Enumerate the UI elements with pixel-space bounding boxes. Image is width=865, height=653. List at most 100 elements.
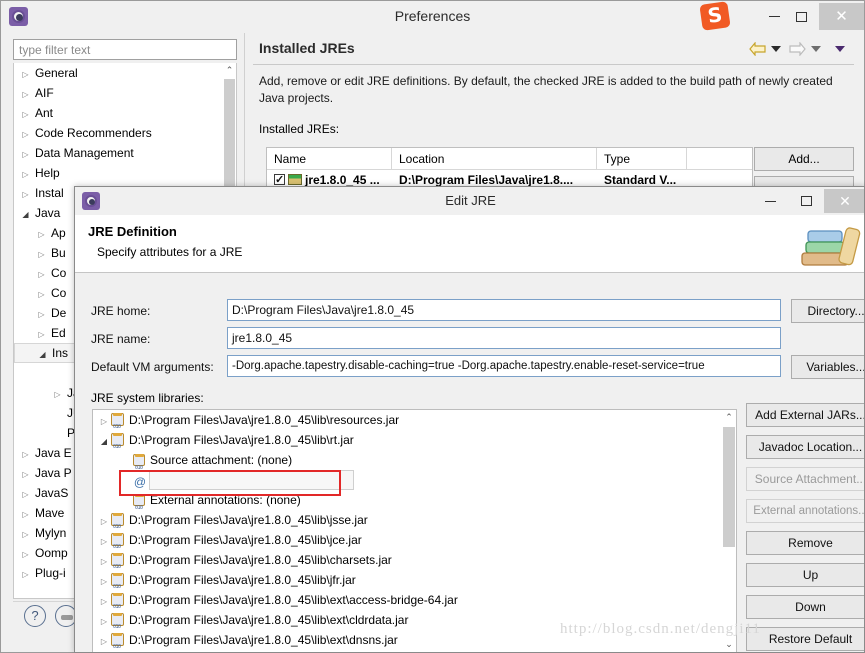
- vm-arguments-input[interactable]: -Dorg.apache.tapestry.disable-caching=tr…: [227, 355, 781, 377]
- sidebar-item-general[interactable]: ▷General: [14, 63, 236, 83]
- list-item[interactable]: ▷ D:\Program Files\Java\jre1.8.0_45\lib\r…: [93, 410, 736, 430]
- restore-default-button[interactable]: Restore Default: [746, 627, 865, 651]
- chevron-right-icon[interactable]: ▷: [97, 612, 111, 632]
- list-item[interactable]: External annotations: (none): [93, 490, 736, 510]
- chevron-right-icon[interactable]: ▷: [20, 85, 31, 105]
- chevron-right-icon[interactable]: ▷: [36, 265, 47, 285]
- list-item[interactable]: ▷D:\Program Files\Java\jre1.8.0_45\lib\j…: [93, 570, 736, 590]
- chevron-right-icon[interactable]: ▷: [20, 445, 31, 465]
- page-title: Installed JREs: [259, 40, 355, 56]
- external-annotations-button[interactable]: External annotations...: [746, 499, 865, 523]
- column-header-blank: [687, 148, 752, 169]
- chevron-right-icon[interactable]: ▷: [97, 412, 111, 432]
- chevron-right-icon[interactable]: ▷: [52, 385, 63, 405]
- chevron-down-icon[interactable]: ◢: [37, 346, 48, 364]
- chevron-right-icon[interactable]: ▷: [36, 225, 47, 245]
- sidebar-item-help[interactable]: ▷Help: [14, 163, 236, 183]
- chevron-right-icon[interactable]: ▷: [20, 165, 31, 185]
- directory-button[interactable]: Directory...: [791, 299, 865, 323]
- jre-checkbox[interactable]: [274, 174, 285, 185]
- add-external-jars-button[interactable]: Add External JARs...: [746, 403, 865, 427]
- jre-name-input[interactable]: jre1.8.0_45: [227, 327, 781, 349]
- chevron-right-icon[interactable]: ▷: [20, 525, 31, 545]
- forward-arrow-icon[interactable]: [789, 42, 806, 56]
- sidebar-item-label: Mylyn: [35, 526, 66, 540]
- sidebar-item-label: Java: [35, 206, 60, 220]
- sidebar-item-data-management[interactable]: ▷ Data Management: [14, 143, 236, 163]
- back-chevron-down-icon[interactable]: [771, 46, 781, 52]
- jar-icon: [111, 553, 124, 566]
- chevron-right-icon[interactable]: ▷: [97, 552, 111, 572]
- chevron-right-icon[interactable]: ▷: [36, 325, 47, 345]
- question-mark-icon[interactable]: ?: [24, 605, 46, 627]
- chevron-right-icon[interactable]: ▷: [20, 485, 31, 505]
- chevron-right-icon[interactable]: ▷: [97, 592, 111, 612]
- list-item[interactable]: Source attachment: (none): [93, 450, 736, 470]
- close-icon[interactable]: ✕: [819, 3, 864, 30]
- sidebar-item-label: Ins: [52, 346, 68, 360]
- libraries-scrollbar[interactable]: ⌃ ⌄: [722, 410, 736, 652]
- scroll-down-icon[interactable]: ⌄: [722, 637, 736, 652]
- column-header-location[interactable]: Location: [392, 148, 597, 169]
- sidebar-item-label: Data Management: [35, 146, 134, 160]
- down-button[interactable]: Down: [746, 595, 865, 619]
- jre-icon: [288, 174, 302, 185]
- list-item[interactable]: ▷D:\Program Files\Java\jre1.8.0_45\lib\e…: [93, 590, 736, 610]
- sidebar-item-label: Plug-i: [35, 566, 66, 580]
- list-item[interactable]: @Javadoc location: (none): [93, 470, 736, 490]
- list-item[interactable]: ◢D:\Program Files\Java\jre1.8.0_45\lib\r…: [93, 430, 736, 450]
- source-attachment-button[interactable]: Source Attachment...: [746, 467, 865, 491]
- chevron-right-icon[interactable]: ▷: [20, 65, 31, 85]
- sidebar-item-aif[interactable]: ▷AIF: [14, 83, 236, 103]
- chevron-right-icon[interactable]: ▷: [97, 532, 111, 552]
- list-item[interactable]: ▷ D:\Program Files\Java\jre1.8.0_45\lib\e…: [93, 610, 736, 630]
- chevron-right-icon[interactable]: ▷: [20, 505, 31, 525]
- remove-button[interactable]: Remove: [746, 531, 865, 555]
- chevron-down-icon[interactable]: ◢: [20, 205, 31, 225]
- chevron-right-icon[interactable]: ▷: [20, 565, 31, 585]
- view-menu-chevron-down-icon[interactable]: [835, 46, 845, 52]
- chevron-right-icon[interactable]: ▷: [20, 185, 31, 205]
- column-header-type[interactable]: Type: [597, 148, 687, 169]
- add-jre-button[interactable]: Add...: [754, 147, 854, 171]
- chevron-down-icon[interactable]: ◢: [97, 432, 111, 452]
- chevron-right-icon[interactable]: ▷: [20, 145, 31, 165]
- jar-icon: [111, 513, 124, 526]
- back-arrow-icon[interactable]: [749, 42, 766, 56]
- sidebar-item-code-recommenders[interactable]: ▷Code Recommenders: [14, 123, 236, 143]
- list-item[interactable]: ▷D:\Program Files\Java\jre1.8.0_45\lib\j…: [93, 510, 736, 530]
- chevron-right-icon[interactable]: ▷: [36, 285, 47, 305]
- search-input[interactable]: type filter text: [13, 39, 237, 60]
- javadoc-location-button[interactable]: Javadoc Location...: [746, 435, 865, 459]
- maximize-icon[interactable]: [785, 189, 827, 213]
- sidebar-item-label: De: [51, 306, 66, 320]
- jre-home-input[interactable]: D:\Program Files\Java\jre1.8.0_45: [227, 299, 781, 321]
- up-button[interactable]: Up: [746, 563, 865, 587]
- list-item-label: D:\Program Files\Java\jre1.8.0_45\lib\ex…: [129, 613, 408, 627]
- list-item-label: D:\Program Files\Java\jre1.8.0_45\lib\re…: [129, 413, 399, 427]
- column-header-name[interactable]: Name: [267, 148, 392, 169]
- forward-chevron-down-icon[interactable]: [811, 46, 821, 52]
- chevron-right-icon[interactable]: ▷: [97, 512, 111, 532]
- scrollbar-thumb[interactable]: [224, 79, 235, 189]
- list-item[interactable]: ▷D:\Program Files\Java\jre1.8.0_45\lib\c…: [93, 550, 736, 570]
- chevron-right-icon[interactable]: ▷: [20, 545, 31, 565]
- chevron-right-icon[interactable]: ▷: [20, 465, 31, 485]
- close-icon[interactable]: ✕: [824, 189, 865, 213]
- chevron-right-icon[interactable]: ▷: [97, 632, 111, 652]
- variables-button[interactable]: Variables...: [791, 355, 865, 379]
- chevron-right-icon[interactable]: ▷: [36, 245, 47, 265]
- maximize-icon[interactable]: [779, 3, 824, 30]
- sidebar-item-ant[interactable]: ▷Ant: [14, 103, 236, 123]
- scrollbar-thumb[interactable]: [723, 427, 735, 547]
- list-item[interactable]: ▷D:\Program Files\Java\jre1.8.0_45\lib\e…: [93, 630, 736, 650]
- chevron-right-icon[interactable]: ▷: [20, 105, 31, 125]
- jre-system-libraries-tree[interactable]: ▷ D:\Program Files\Java\jre1.8.0_45\lib\r…: [92, 409, 737, 653]
- libraries-list: ▷ D:\Program Files\Java\jre1.8.0_45\lib\r…: [93, 410, 736, 650]
- list-item[interactable]: ▷D:\Program Files\Java\jre1.8.0_45\lib\j…: [93, 530, 736, 550]
- scroll-up-icon[interactable]: ⌃: [223, 63, 236, 77]
- scroll-up-icon[interactable]: ⌃: [722, 410, 736, 425]
- chevron-right-icon[interactable]: ▷: [20, 125, 31, 145]
- chevron-right-icon[interactable]: ▷: [97, 572, 111, 592]
- chevron-right-icon[interactable]: ▷: [36, 305, 47, 325]
